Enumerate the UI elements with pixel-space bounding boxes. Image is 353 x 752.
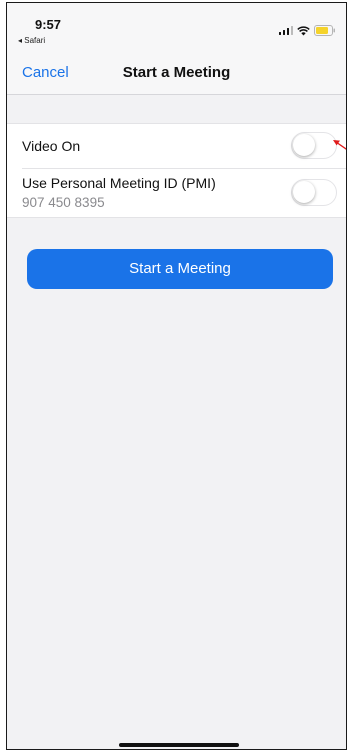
pmi-row: Use Personal Meeting ID (PMI) 907 450 83… bbox=[7, 168, 346, 217]
video-on-row: Video On bbox=[7, 124, 346, 168]
wifi-icon bbox=[297, 25, 310, 36]
navigation-bar: Cancel Start a Meeting bbox=[7, 49, 346, 95]
home-indicator[interactable] bbox=[119, 743, 239, 747]
status-time: 9:57 bbox=[35, 17, 62, 32]
pmi-label: Use Personal Meeting ID (PMI) bbox=[22, 175, 216, 191]
red-arrow-annotation-icon bbox=[332, 137, 346, 160]
back-to-safari-link[interactable]: ◂ Safari bbox=[18, 36, 45, 45]
meeting-settings-group: Video On Use Personal Meeting ID (PMI) 9… bbox=[7, 123, 346, 218]
pmi-meeting-id: 907 450 8395 bbox=[22, 195, 105, 210]
phone-frame: 9:57 ◂ Safari Cancel Start a Meeting Vid… bbox=[6, 2, 347, 750]
page-title: Start a Meeting bbox=[122, 64, 231, 81]
video-on-toggle[interactable] bbox=[291, 132, 337, 159]
toggle-knob bbox=[293, 181, 315, 203]
status-bar: 9:57 ◂ Safari bbox=[7, 3, 346, 49]
start-meeting-button[interactable]: Start a Meeting bbox=[27, 249, 333, 289]
battery-icon bbox=[314, 25, 336, 36]
video-on-label: Video On bbox=[22, 138, 81, 154]
status-icons bbox=[278, 25, 337, 36]
pmi-toggle[interactable] bbox=[291, 179, 337, 206]
signal-bars-icon bbox=[278, 26, 293, 35]
toggle-knob bbox=[293, 134, 315, 156]
